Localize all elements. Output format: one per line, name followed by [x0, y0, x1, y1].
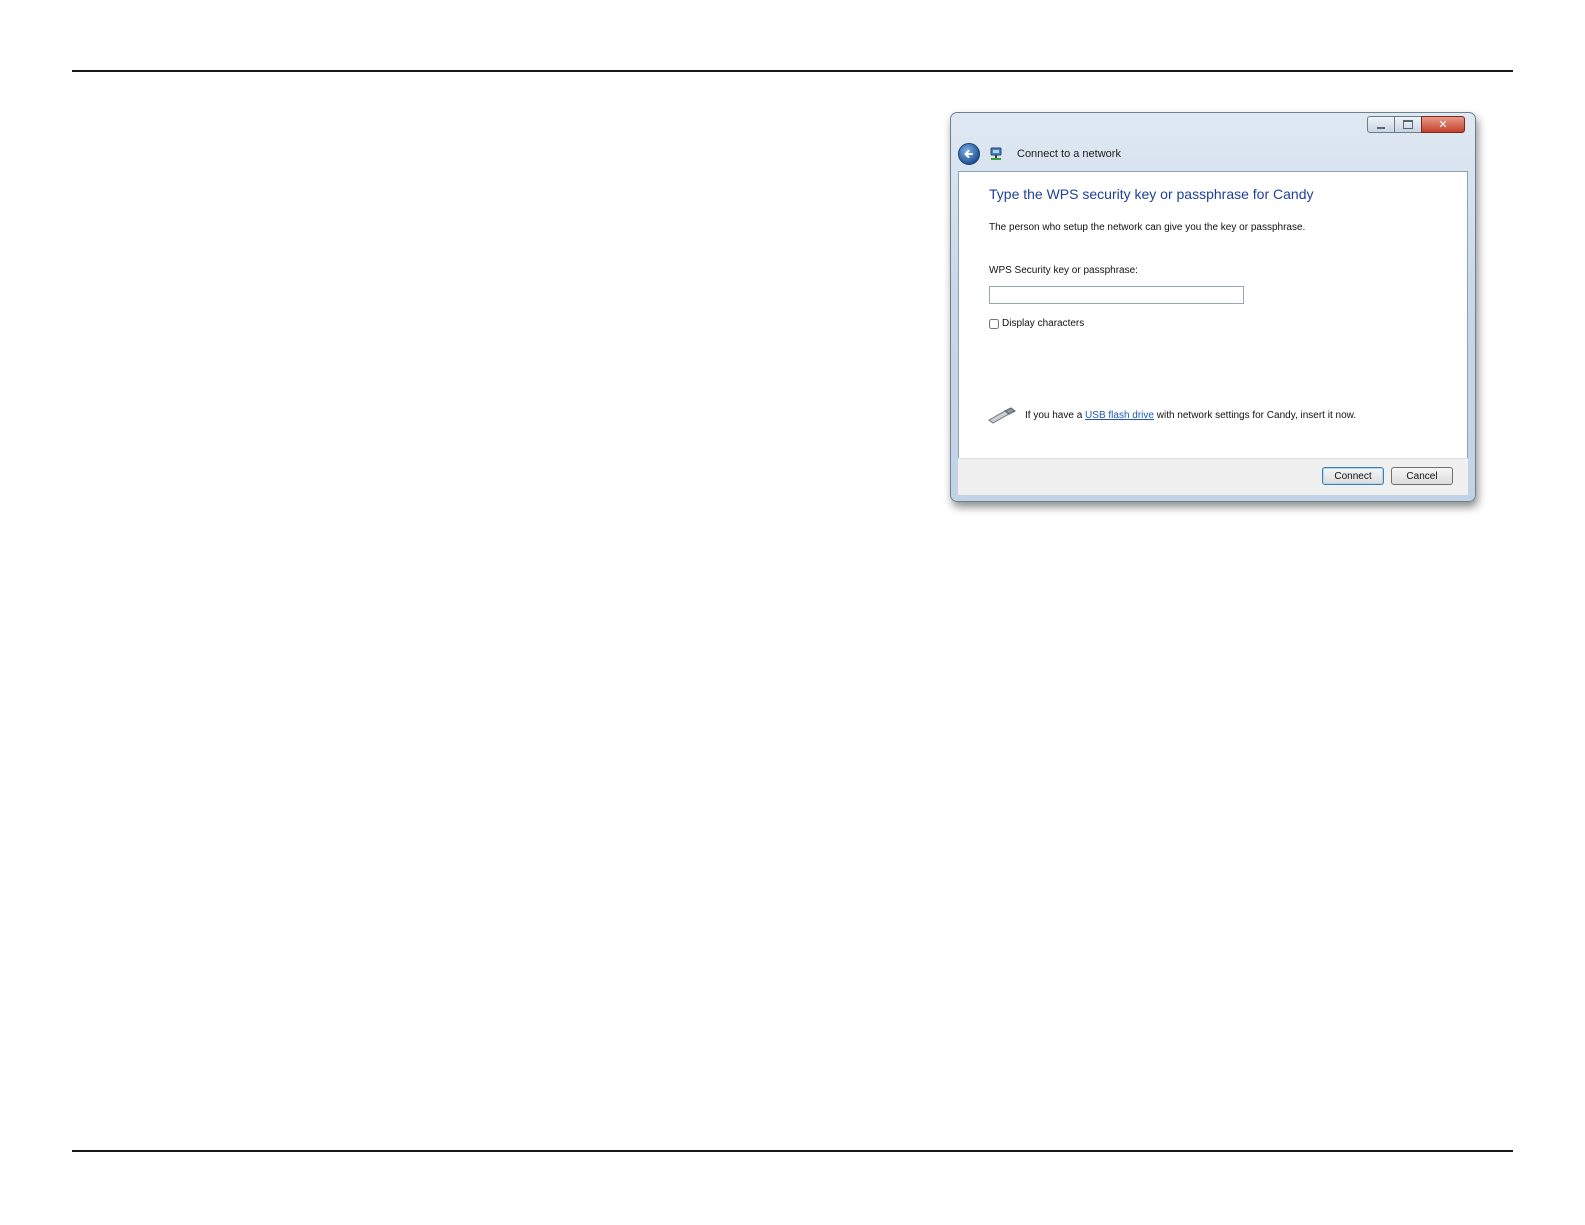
usb-hint-suffix: with network settings for Candy, insert …: [1153, 409, 1357, 421]
display-characters-row[interactable]: Display characters: [989, 318, 1084, 329]
usb-flash-drive-icon: [988, 407, 1016, 424]
top-rule: [72, 70, 1513, 72]
back-arrow-icon: [964, 150, 973, 158]
page-heading: Type the WPS security key or passphrase …: [989, 186, 1314, 202]
window-title: Connect to a network: [1017, 148, 1121, 160]
description-text: The person who setup the network can giv…: [989, 222, 1306, 233]
maximize-button[interactable]: [1394, 116, 1422, 133]
connect-network-window: ✕ Connect to a network Type the WPS secu…: [950, 112, 1476, 502]
bottom-rule: [72, 1150, 1513, 1152]
display-characters-label[interactable]: Display characters: [1002, 318, 1084, 329]
usb-hint-text: If you have a USB flash drive with netwo…: [1025, 410, 1356, 421]
usb-flash-drive-link[interactable]: USB flash drive: [1085, 410, 1154, 421]
title-bar: Connect to a network: [958, 143, 1121, 165]
security-key-input[interactable]: [989, 286, 1244, 304]
cancel-button[interactable]: Cancel: [1391, 467, 1453, 485]
usb-hint-prefix: If you have a: [1025, 409, 1086, 421]
security-key-label: WPS Security key or passphrase:: [989, 265, 1138, 276]
window-controls: ✕: [1367, 116, 1465, 133]
connect-button[interactable]: Connect: [1322, 467, 1384, 485]
maximize-icon: [1403, 120, 1413, 129]
back-button[interactable]: [958, 143, 980, 165]
usb-hint-row: If you have a USB flash drive with netwo…: [987, 406, 1356, 424]
display-characters-checkbox[interactable]: [989, 318, 999, 329]
dialog-content: Type the WPS security key or passphrase …: [958, 171, 1468, 459]
close-button[interactable]: ✕: [1421, 116, 1465, 133]
minimize-button[interactable]: [1367, 116, 1395, 133]
network-icon: [990, 147, 1002, 160]
close-icon: ✕: [1438, 118, 1448, 131]
minimize-icon: [1377, 126, 1385, 129]
dialog-footer: Connect Cancel: [958, 458, 1468, 495]
